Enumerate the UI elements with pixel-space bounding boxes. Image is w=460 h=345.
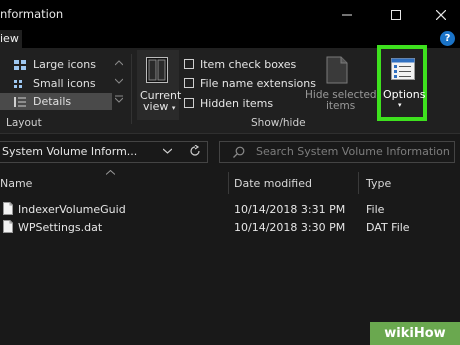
hidden-items-toggle[interactable]: Hidden items bbox=[184, 96, 273, 110]
address-dropdown-icon[interactable] bbox=[163, 148, 172, 154]
item-check-boxes-toggle[interactable]: Item check boxes bbox=[184, 57, 296, 71]
options-button[interactable] bbox=[377, 45, 427, 121]
column-divider[interactable] bbox=[228, 172, 229, 194]
checkbox-icon bbox=[184, 59, 194, 69]
current-view-icon bbox=[146, 57, 168, 83]
maximize-button[interactable] bbox=[373, 0, 419, 30]
address-path: System Volume Inform... bbox=[2, 145, 138, 158]
table-row[interactable]: WPSettings.dat 10/14/2018 3:30 PM DAT Fi… bbox=[0, 218, 460, 236]
show-hide-group-label: Show/hide bbox=[251, 117, 306, 129]
current-view-label-2: view ▾ bbox=[143, 100, 175, 113]
file-icon bbox=[3, 220, 13, 233]
layout-group-label: Layout bbox=[6, 117, 42, 129]
file-type: DAT File bbox=[366, 221, 410, 234]
layout-scroll-up-icon[interactable] bbox=[115, 60, 123, 66]
column-header-name[interactable]: Name bbox=[0, 177, 32, 190]
file-name: IndexerVolumeGuid bbox=[18, 203, 126, 216]
minimize-icon bbox=[342, 14, 352, 16]
wikihow-watermark: wikiHow bbox=[370, 322, 460, 345]
refresh-icon[interactable] bbox=[189, 145, 201, 157]
column-divider[interactable] bbox=[358, 172, 359, 194]
window-title: nformation bbox=[0, 7, 64, 21]
large-icons-icon bbox=[14, 59, 26, 70]
layout-small-icons-label: Small icons bbox=[33, 77, 96, 90]
help-button[interactable]: ? bbox=[440, 31, 455, 46]
options-dropdown-icon: ▾ bbox=[398, 101, 402, 109]
layout-large-icons[interactable]: Large icons bbox=[0, 56, 112, 73]
column-header-type[interactable]: Type bbox=[366, 177, 391, 190]
file-name: WPSettings.dat bbox=[18, 221, 103, 234]
item-check-boxes-label: Item check boxes bbox=[200, 57, 297, 71]
maximize-icon bbox=[391, 10, 401, 20]
search-icon bbox=[233, 146, 245, 158]
close-button[interactable] bbox=[418, 0, 460, 30]
dropdown-arrow-icon: ▾ bbox=[171, 104, 176, 112]
layout-expand-icon[interactable] bbox=[115, 95, 123, 103]
file-type: File bbox=[366, 203, 385, 216]
options-label: Options bbox=[383, 88, 426, 101]
layout-details-label: Details bbox=[33, 95, 72, 108]
layout-details[interactable]: Details bbox=[0, 93, 112, 110]
details-icon bbox=[14, 96, 26, 107]
layout-large-icons-label: Large icons bbox=[33, 58, 96, 71]
tab-view-label: iew bbox=[0, 32, 19, 45]
file-icon bbox=[3, 202, 13, 215]
layout-small-icons[interactable]: Small icons bbox=[0, 75, 112, 92]
file-date: 10/14/2018 3:31 PM bbox=[234, 203, 346, 216]
hidden-items-label: Hidden items bbox=[200, 96, 274, 110]
current-view-label-2-text: view bbox=[143, 100, 169, 113]
checkbox-icon bbox=[184, 78, 194, 88]
file-date: 10/14/2018 3:30 PM bbox=[234, 221, 346, 234]
sort-ascending-icon bbox=[106, 170, 115, 175]
file-name-extensions-toggle[interactable]: File name extensions bbox=[184, 76, 316, 90]
column-header-date-modified[interactable]: Date modified bbox=[234, 177, 312, 190]
hide-selected-items-icon[interactable] bbox=[325, 56, 349, 84]
table-row[interactable]: IndexerVolumeGuid 10/14/2018 3:31 PM Fil… bbox=[0, 200, 460, 218]
ribbon-separator bbox=[131, 54, 132, 124]
search-placeholder: Search System Volume Information bbox=[256, 145, 450, 158]
options-icon bbox=[391, 58, 415, 80]
layout-scroll-down-icon[interactable] bbox=[115, 78, 123, 84]
small-icons-icon bbox=[14, 79, 22, 88]
tab-view[interactable]: iew bbox=[0, 30, 22, 48]
checkbox-icon bbox=[184, 98, 194, 108]
close-icon bbox=[436, 10, 446, 20]
hide-selected-label-2: items bbox=[326, 100, 356, 112]
minimize-button[interactable] bbox=[324, 0, 370, 30]
file-name-extensions-label: File name extensions bbox=[200, 76, 316, 90]
